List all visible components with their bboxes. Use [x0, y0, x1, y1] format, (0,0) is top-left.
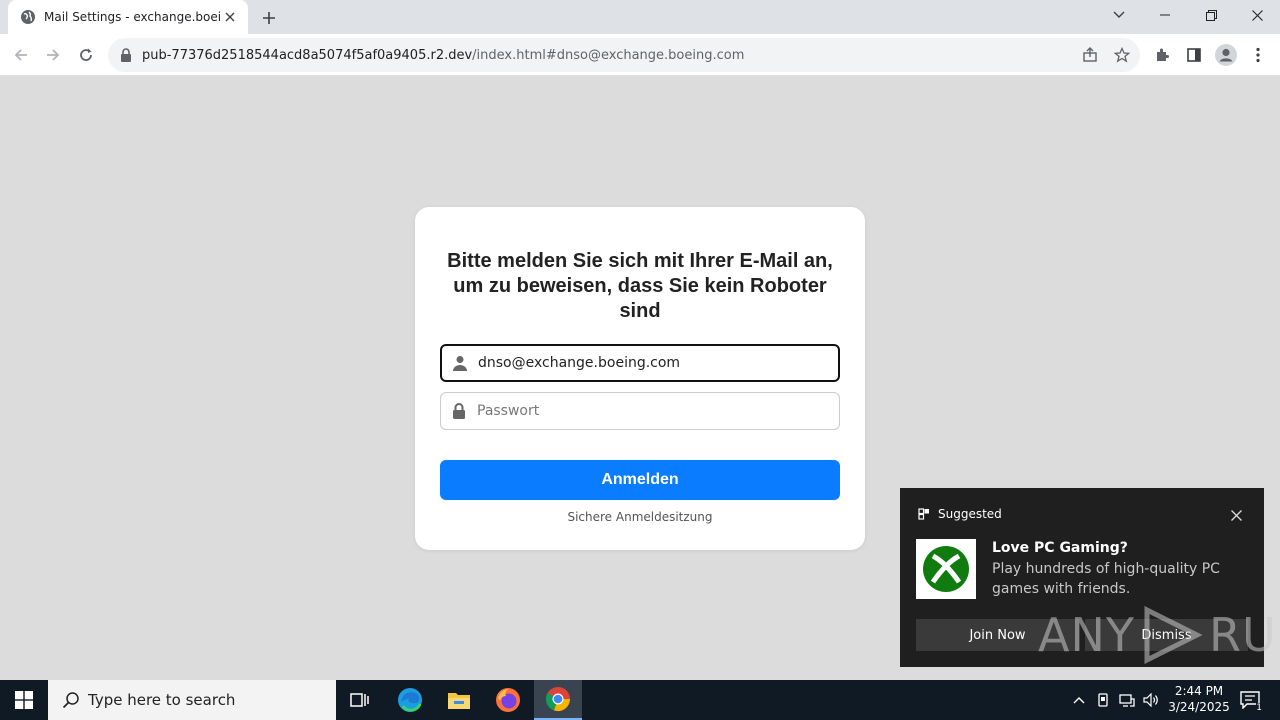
- notification-count-badge: 1: [1256, 703, 1262, 713]
- close-window-icon[interactable]: [1234, 0, 1280, 30]
- forward-icon[interactable]: [40, 42, 66, 68]
- back-icon[interactable]: [8, 42, 34, 68]
- system-clock[interactable]: 2:44 PM 3/24/2025: [1160, 683, 1238, 715]
- toast-header: Suggested: [918, 507, 1002, 521]
- login-card: Bitte melden Sie sich mit Ihrer E-Mail a…: [415, 207, 865, 550]
- device-tray-icon[interactable]: [1092, 680, 1114, 720]
- search-input[interactable]: [88, 691, 318, 709]
- browser-toolbar: pub-77376d2518544acd8a5074f5af0a9405.r2.…: [0, 34, 1280, 76]
- watermark-right: RUN: [1208, 608, 1280, 662]
- new-tab-button[interactable]: [258, 7, 280, 29]
- minimize-icon[interactable]: [1142, 0, 1188, 30]
- watermark-left: ANY: [1038, 608, 1135, 662]
- file-explorer-icon[interactable]: [435, 680, 483, 720]
- edge-browser-icon[interactable]: [386, 680, 434, 720]
- task-view-icon[interactable]: [336, 680, 384, 720]
- side-panel-icon[interactable]: [1181, 42, 1207, 68]
- clock-time: 2:44 PM: [1174, 684, 1224, 698]
- toast-header-label: Suggested: [938, 507, 1002, 521]
- profile-avatar-icon[interactable]: [1213, 42, 1239, 68]
- menu-kebab-icon[interactable]: [1245, 42, 1271, 68]
- search-icon: [62, 691, 80, 709]
- tab-search-icon[interactable]: [1096, 0, 1142, 30]
- password-input[interactable]: [477, 403, 817, 419]
- login-heading: Bitte melden Sie sich mit Ihrer E-Mail a…: [447, 250, 833, 322]
- share-icon[interactable]: [1078, 43, 1102, 67]
- play-triangle-icon: [1141, 606, 1203, 664]
- browser-tab[interactable]: Mail Settings - exchange.boeing: [8, 0, 248, 34]
- sign-in-button[interactable]: Anmelden: [440, 460, 840, 500]
- url-path: /index.html#dnso@exchange.boeing.com: [472, 47, 745, 63]
- action-center-icon[interactable]: 1: [1236, 680, 1264, 720]
- taskbar-search[interactable]: [48, 680, 336, 720]
- suggested-icon: [918, 508, 930, 520]
- anyrun-watermark: ANY RUN: [1038, 606, 1280, 664]
- email-field[interactable]: [440, 344, 840, 382]
- windows-start-icon[interactable]: [0, 680, 48, 720]
- restore-icon[interactable]: [1188, 0, 1234, 30]
- close-tab-icon[interactable]: [222, 9, 238, 25]
- secure-session-note: Sichere Anmeldesitzung: [567, 510, 713, 524]
- url-text: pub-77376d2518544acd8a5074f5af0a9405.r2.…: [142, 48, 744, 63]
- lock-icon: [441, 403, 477, 419]
- bookmark-star-icon[interactable]: [1110, 43, 1134, 67]
- show-hidden-icons-chevron[interactable]: [1068, 680, 1090, 720]
- network-icon[interactable]: [1116, 680, 1138, 720]
- address-bar[interactable]: pub-77376d2518544acd8a5074f5af0a9405.r2.…: [108, 38, 1140, 72]
- extensions-icon[interactable]: [1149, 42, 1175, 68]
- reload-icon[interactable]: [73, 42, 99, 68]
- xbox-logo-icon: [916, 539, 976, 599]
- user-icon: [442, 355, 478, 371]
- toast-close-icon[interactable]: [1226, 505, 1246, 525]
- chrome-icon[interactable]: [534, 680, 582, 720]
- url-host: pub-77376d2518544acd8a5074f5af0a9405.r2.…: [142, 47, 473, 63]
- tab-title: Mail Settings - exchange.boeing: [44, 10, 222, 24]
- firefox-icon[interactable]: [484, 680, 532, 720]
- toast-body: Play hundreds of high-quality PC games w…: [992, 561, 1220, 597]
- browser-tabstrip: Mail Settings - exchange.boeing: [0, 0, 1280, 34]
- email-input[interactable]: [478, 355, 818, 371]
- password-field[interactable]: [440, 392, 840, 430]
- clock-date: 3/24/2025: [1168, 700, 1230, 714]
- toast-title: Love PC Gaming?: [992, 540, 1128, 556]
- volume-icon[interactable]: [1140, 680, 1162, 720]
- globe-icon: [20, 9, 36, 25]
- taskbar: 2:44 PM 3/24/2025 1: [0, 680, 1280, 720]
- lock-icon[interactable]: [120, 48, 134, 62]
